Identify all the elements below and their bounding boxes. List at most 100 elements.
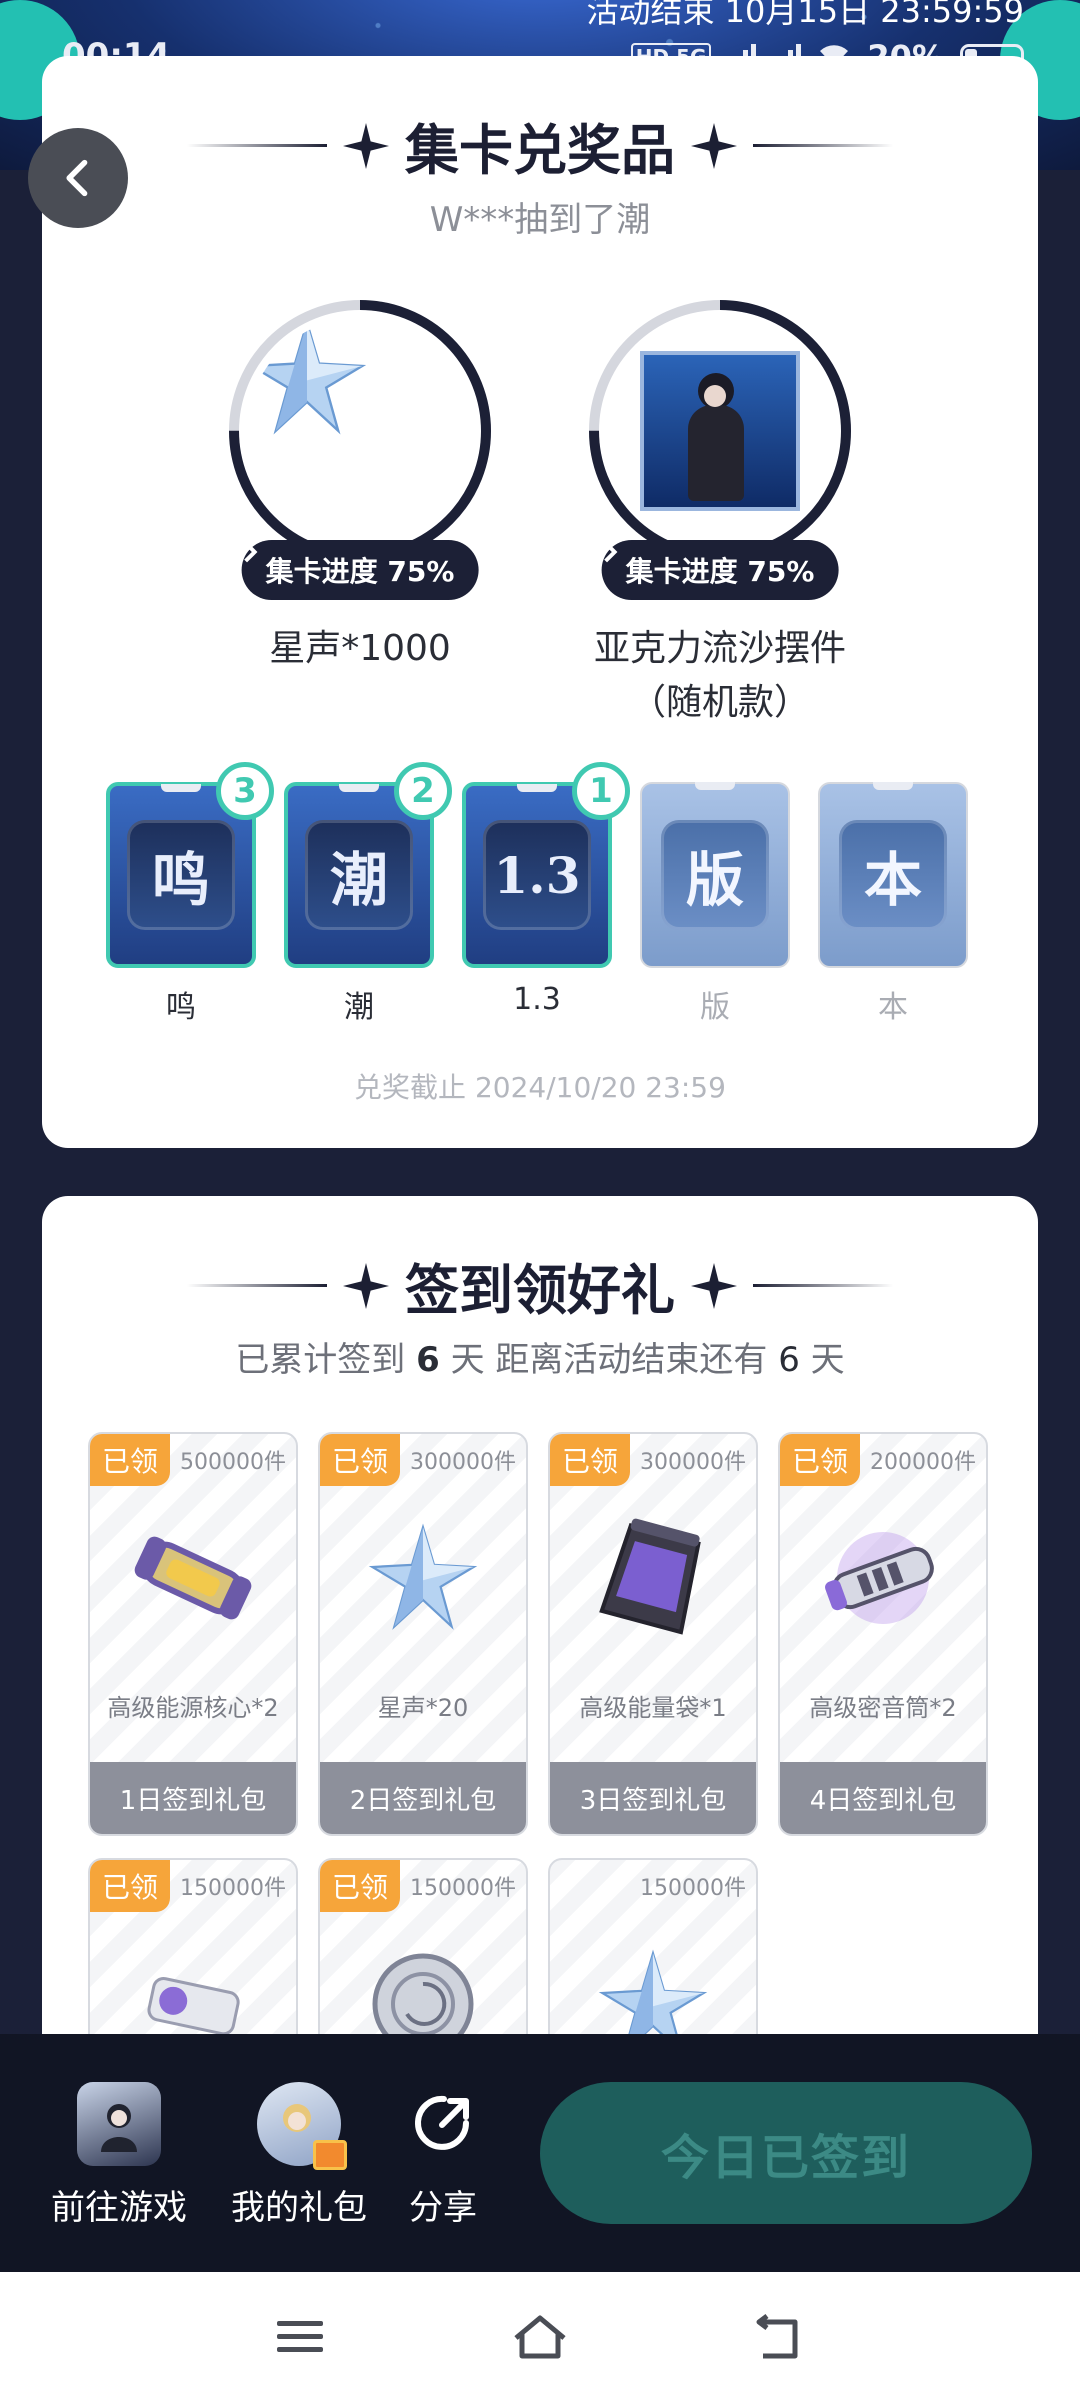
share-icon xyxy=(401,2082,485,2166)
progress-pill[interactable]: 集卡进度 75% xyxy=(241,540,479,600)
home-button[interactable] xyxy=(510,2312,570,2362)
gift-name: 星声*20 xyxy=(377,1694,469,1722)
count-badge: 3 xyxy=(216,762,274,820)
prize-image xyxy=(607,318,833,544)
menu-button[interactable] xyxy=(270,2312,330,2362)
progress-label: 集卡进度 75% xyxy=(265,555,455,588)
letter-cards-row: 鸣 3 鸣 潮 2 潮 1.3 1 1.3 版 版 本 本 xyxy=(106,762,986,1026)
my-gifts-button[interactable]: 我的礼包 xyxy=(224,2082,374,2229)
chevron-right-icon xyxy=(604,541,618,563)
claimed-tag: 已领 xyxy=(320,1860,401,1912)
letter-char: 版 xyxy=(661,820,769,930)
system-nav-bar xyxy=(0,2272,1080,2400)
prize-card-title: 集卡兑奖品 xyxy=(405,119,675,182)
letter-card-face: 版 xyxy=(640,782,790,968)
signin-card-header: 签到领好礼 xyxy=(187,1246,893,1325)
title-line-right xyxy=(753,1284,893,1287)
back-arrow-icon xyxy=(756,2314,798,2359)
share-button[interactable]: 分享 xyxy=(398,2082,488,2229)
gift-day-3[interactable]: 已领 300000件 高级能量袋*1 3日签到礼包 xyxy=(548,1432,758,1836)
prize-name: 星声*1000 xyxy=(210,622,510,676)
prize-name-line1: 星声*1000 xyxy=(269,628,451,669)
claimed-tag: 已领 xyxy=(780,1434,861,1486)
energy-core-icon xyxy=(90,1498,296,1658)
gift-stock: 200000件 xyxy=(870,1450,976,1475)
energy-bag-icon xyxy=(550,1498,756,1658)
gift-day-1[interactable]: 已领 500000件 高级能源核心*2 1日签到礼包 xyxy=(88,1432,298,1836)
chevron-right-icon xyxy=(244,541,258,563)
gift-day-4[interactable]: 已领 200000件 高级密音筒*2 4日签到礼包 xyxy=(778,1432,988,1836)
redeem-deadline: 兑奖截止 2024/10/20 23:59 xyxy=(354,1071,726,1104)
letter-char: 鸣 xyxy=(127,820,235,930)
prize-card: 集卡兑奖品 W***抽到了潮 集卡进度 75% 星声*1000 集卡进度 75%… xyxy=(42,56,1038,1148)
gift-stock: 150000件 xyxy=(180,1876,286,1901)
gift-footer: 4日签到礼包 xyxy=(780,1762,986,1834)
gift-name: 高级能源核心*2 xyxy=(107,1694,279,1722)
letter-card-chao[interactable]: 潮 2 潮 xyxy=(284,762,452,1026)
title-line-left xyxy=(187,1284,327,1287)
go-to-game-button[interactable]: 前往游戏 xyxy=(44,2082,194,2229)
letter-card-ben[interactable]: 本 本 xyxy=(818,782,968,1026)
prize-name-line2: （随机款） xyxy=(629,682,810,723)
back-nav-button[interactable] xyxy=(750,2312,810,2362)
four-point-star-icon xyxy=(343,1262,389,1309)
remaining-days: 6 xyxy=(778,1340,800,1380)
back-button[interactable] xyxy=(28,128,128,228)
gift-stock: 150000件 xyxy=(640,1876,746,1901)
letter-card-ban[interactable]: 版 版 xyxy=(640,782,790,1026)
progress-ring: 集卡进度 75% xyxy=(585,296,855,600)
prize-name: 亚克力流沙摆件 （随机款） xyxy=(570,622,870,730)
event-end-time: 活动结束 10月15日 23:59:59 xyxy=(586,0,1024,30)
go-to-game-label: 前往游戏 xyxy=(51,2188,187,2228)
title-line-right xyxy=(753,144,893,147)
stats-prefix: 已累计签到 xyxy=(235,1340,417,1380)
claimed-tag: 已领 xyxy=(320,1434,401,1486)
gift-footer: 1日签到礼包 xyxy=(90,1762,296,1834)
prize-item-acrylic[interactable]: 集卡进度 75% 亚克力流沙摆件 （随机款） xyxy=(570,296,870,730)
gift-box-icon xyxy=(313,2140,347,2170)
claimed-tag: 已领 xyxy=(90,1860,171,1912)
bottom-action-bar: 前往游戏 我的礼包 分享 今日已签到 xyxy=(0,2034,1080,2272)
stats-mid: 天 距离活动结束还有 xyxy=(439,1340,779,1380)
star-crystal-icon xyxy=(247,318,367,435)
home-icon xyxy=(514,2315,566,2359)
card-clip xyxy=(695,782,735,790)
four-point-star-icon xyxy=(691,1262,737,1309)
signed-days: 6 xyxy=(416,1340,440,1380)
stats-suffix: 天 xyxy=(799,1340,845,1380)
signed-today-button[interactable]: 今日已签到 xyxy=(540,2082,1032,2224)
progress-ring: 集卡进度 75% xyxy=(225,296,495,600)
signin-card-title: 签到领好礼 xyxy=(405,1259,675,1322)
card-clip xyxy=(161,784,201,792)
count-badge: 1 xyxy=(572,762,630,820)
chevron-left-icon xyxy=(66,159,88,197)
gift-day-2[interactable]: 已领 300000件 星声*20 2日签到礼包 xyxy=(318,1432,528,1836)
gift-footer: 3日签到礼包 xyxy=(550,1762,756,1834)
gift-name: 高级能量袋*1 xyxy=(579,1694,727,1722)
my-gifts-label: 我的礼包 xyxy=(231,2188,367,2228)
claimed-tag: 已领 xyxy=(90,1434,171,1486)
letter-card-face: 本 xyxy=(818,782,968,968)
letter-label: 鸣 xyxy=(166,990,196,1025)
game-avatar-icon xyxy=(77,2082,161,2166)
gift-avatar-icon xyxy=(257,2082,347,2170)
progress-pill[interactable]: 集卡进度 75% xyxy=(601,540,839,600)
card-clip xyxy=(339,784,379,792)
sound-tube-icon xyxy=(780,1498,986,1658)
status-bar: 活动结束 10月15日 23:59:59 00:14 HD 5G 20% xyxy=(0,0,1080,76)
four-point-star-icon xyxy=(691,122,737,169)
gift-stock: 500000件 xyxy=(180,1450,286,1475)
claimed-tag: 已领 xyxy=(550,1434,631,1486)
letter-label: 潮 xyxy=(344,990,374,1025)
letter-card-1-3[interactable]: 1.3 1 1.3 xyxy=(462,762,630,1026)
four-point-star-icon xyxy=(343,122,389,169)
prize-item-stardust[interactable]: 集卡进度 75% 星声*1000 xyxy=(210,296,510,676)
count-badge: 2 xyxy=(394,762,452,820)
star-crystal-icon xyxy=(320,1498,526,1658)
card-clip xyxy=(517,784,557,792)
letter-label: 本 xyxy=(878,990,908,1025)
letter-card-ming[interactable]: 鸣 3 鸣 xyxy=(106,762,274,1026)
winner-notice: W***抽到了潮 xyxy=(429,200,651,240)
letter-label: 版 xyxy=(700,990,730,1025)
signin-stats: 已累计签到 6 天 距离活动结束还有 6 天 xyxy=(42,1332,1038,1381)
